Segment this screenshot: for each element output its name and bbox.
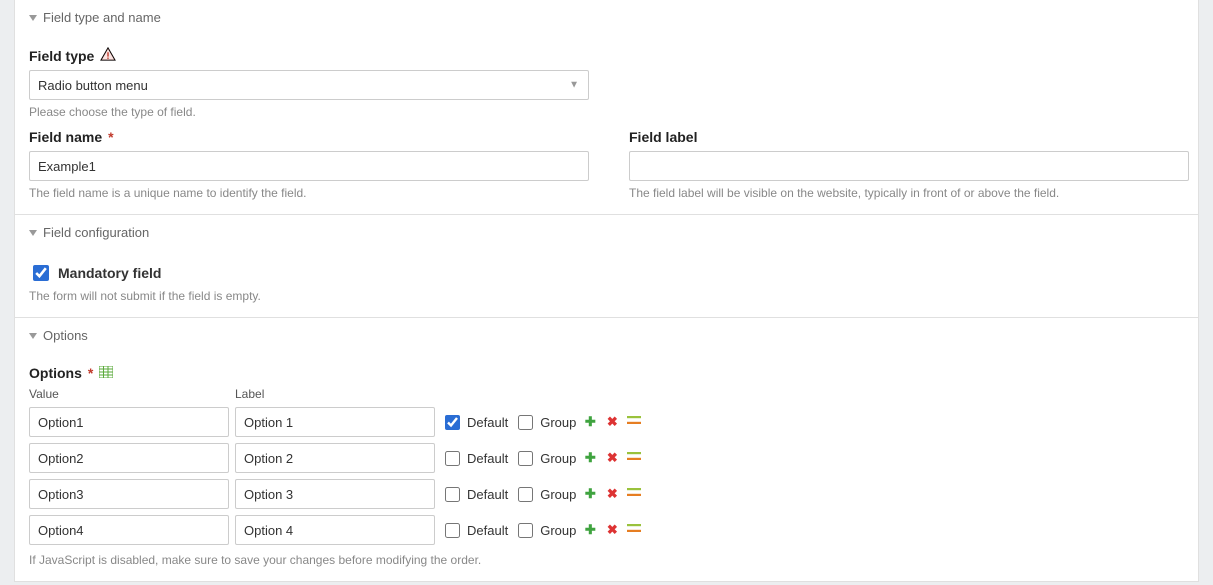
section-title: Field type and name <box>43 10 161 25</box>
options-header-value: Value <box>29 387 229 401</box>
option-group-checkbox[interactable] <box>518 487 533 502</box>
required-mark: * <box>108 129 113 145</box>
option-group-label: Group <box>540 415 576 430</box>
section-options: Options Options * Value Label Default Grou… <box>15 318 1198 581</box>
section-field-type-name: Field type and name Field type Rad <box>15 0 1198 215</box>
option-group-checkbox[interactable] <box>518 451 533 466</box>
option-row: Default Group ✚ ✖ <box>29 515 1184 545</box>
field-label-help: The field label will be visible on the w… <box>629 186 1189 200</box>
required-mark: * <box>88 365 93 381</box>
options-header-label: Label <box>235 387 435 401</box>
delete-icon[interactable]: ✖ <box>604 486 620 502</box>
option-label-input[interactable] <box>235 407 435 437</box>
option-group-checkbox[interactable] <box>518 523 533 538</box>
option-default-checkbox[interactable] <box>445 523 460 538</box>
section-toggle-options[interactable]: Options <box>15 318 1198 349</box>
section-toggle-config[interactable]: Field configuration <box>15 215 1198 246</box>
option-label-input[interactable] <box>235 479 435 509</box>
delete-icon[interactable]: ✖ <box>604 522 620 538</box>
option-default-label: Default <box>467 415 508 430</box>
option-group-label: Group <box>540 487 576 502</box>
field-type-label: Field type <box>29 48 94 64</box>
option-value-input[interactable] <box>29 443 229 473</box>
options-help: If JavaScript is disabled, make sure to … <box>29 553 1184 567</box>
add-icon[interactable]: ✚ <box>582 414 598 430</box>
caret-down-icon <box>29 230 37 236</box>
mandatory-help: The form will not submit if the field is… <box>29 289 1184 303</box>
delete-icon[interactable]: ✖ <box>604 450 620 466</box>
option-label-input[interactable] <box>235 515 435 545</box>
options-label: Options <box>29 365 82 381</box>
caret-down-icon <box>29 333 37 339</box>
option-row: Default Group ✚ ✖ <box>29 407 1184 437</box>
drag-handle-icon[interactable] <box>626 522 642 538</box>
add-icon[interactable]: ✚ <box>582 450 598 466</box>
warning-icon <box>100 47 116 64</box>
drag-handle-icon[interactable] <box>626 486 642 502</box>
option-value-input[interactable] <box>29 407 229 437</box>
option-default-label: Default <box>467 487 508 502</box>
option-row: Default Group ✚ ✖ <box>29 479 1184 509</box>
field-name-label: Field name <box>29 129 102 145</box>
list-wizard-icon[interactable] <box>99 365 113 381</box>
option-default-checkbox[interactable] <box>445 451 460 466</box>
section-title: Field configuration <box>43 225 149 240</box>
field-type-select[interactable]: Radio button menu <box>29 70 589 100</box>
mandatory-label: Mandatory field <box>58 265 161 281</box>
option-default-checkbox[interactable] <box>445 487 460 502</box>
option-group-label: Group <box>540 451 576 466</box>
field-label-label: Field label <box>629 129 697 145</box>
drag-handle-icon[interactable] <box>626 414 642 430</box>
section-field-config: Field configuration Mandatory field The … <box>15 215 1198 318</box>
option-group-label: Group <box>540 523 576 538</box>
option-value-input[interactable] <box>29 479 229 509</box>
option-row: Default Group ✚ ✖ <box>29 443 1184 473</box>
field-label-input[interactable] <box>629 151 1189 181</box>
option-group-checkbox[interactable] <box>518 415 533 430</box>
section-toggle-type-name[interactable]: Field type and name <box>15 0 1198 31</box>
option-value-input[interactable] <box>29 515 229 545</box>
option-default-label: Default <box>467 523 508 538</box>
add-icon[interactable]: ✚ <box>582 486 598 502</box>
field-name-help: The field name is a unique name to ident… <box>29 186 589 200</box>
caret-down-icon <box>29 15 37 21</box>
drag-handle-icon[interactable] <box>626 450 642 466</box>
option-default-label: Default <box>467 451 508 466</box>
add-icon[interactable]: ✚ <box>582 522 598 538</box>
mandatory-checkbox[interactable] <box>33 265 49 281</box>
option-label-input[interactable] <box>235 443 435 473</box>
section-title: Options <box>43 328 88 343</box>
option-default-checkbox[interactable] <box>445 415 460 430</box>
delete-icon[interactable]: ✖ <box>604 414 620 430</box>
field-type-help: Please choose the type of field. <box>29 105 589 119</box>
field-name-input[interactable] <box>29 151 589 181</box>
